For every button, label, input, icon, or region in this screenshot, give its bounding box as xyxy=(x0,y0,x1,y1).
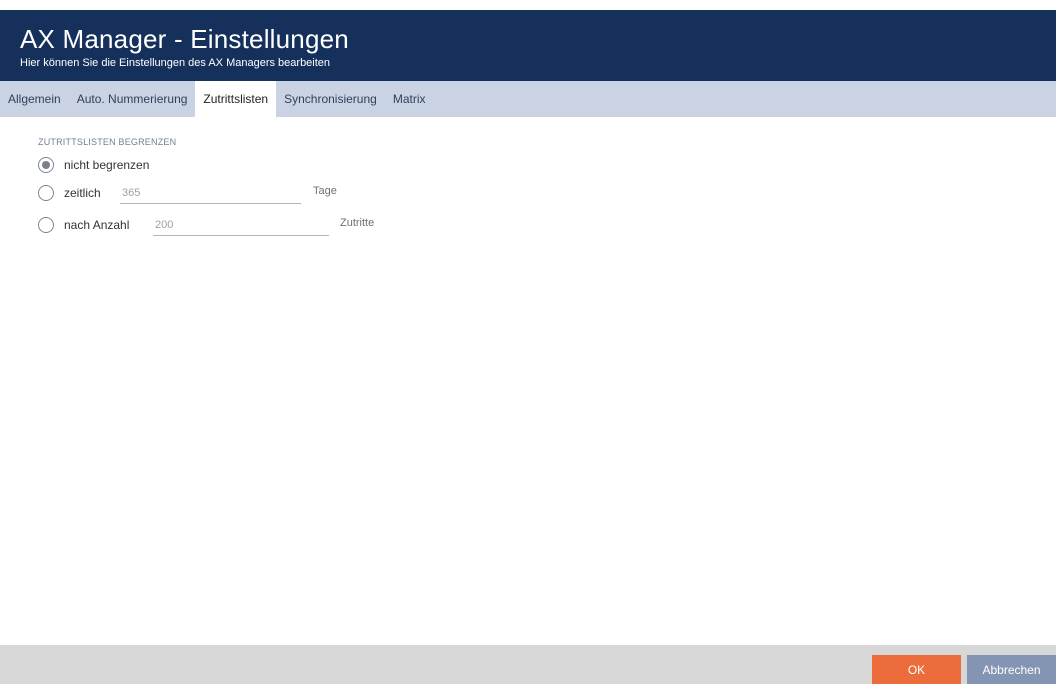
cancel-button[interactable]: Abbrechen xyxy=(967,655,1056,684)
header-bar: AX Manager - Einstellungen Hier können S… xyxy=(0,10,1056,81)
option-zeitlich[interactable]: zeitlich xyxy=(38,183,101,203)
radio-nach-anzahl[interactable] xyxy=(38,217,54,233)
tab-auto-nummerierung[interactable]: Auto. Nummerierung xyxy=(69,81,196,117)
radio-nicht-begrenzen[interactable] xyxy=(38,157,54,173)
ok-button[interactable]: OK xyxy=(872,655,961,684)
option-label-nach-anzahl: nach Anzahl xyxy=(64,218,130,232)
count-unit-label: Zutritte xyxy=(340,217,375,229)
footer-bar: OK Abbrechen xyxy=(0,645,1056,684)
days-input[interactable]: 365 xyxy=(120,184,301,204)
radio-zeitlich[interactable] xyxy=(38,185,54,201)
page-title: AX Manager - Einstellungen xyxy=(20,24,349,54)
option-label-nicht-begrenzen: nicht begrenzen xyxy=(64,158,150,172)
option-label-zeitlich: zeitlich xyxy=(64,186,101,200)
option-nicht-begrenzen[interactable]: nicht begrenzen xyxy=(38,155,149,175)
tab-allgemein[interactable]: Allgemein xyxy=(0,81,69,117)
settings-window: AX Manager - Einstellungen Hier können S… xyxy=(0,0,1056,684)
tab-matrix[interactable]: Matrix xyxy=(385,81,434,117)
content-panel: ZUTRITTSLISTEN BEGRENZEN nicht begrenzen… xyxy=(0,117,1056,645)
section-title: ZUTRITTSLISTEN BEGRENZEN xyxy=(38,137,177,147)
page-subtitle: Hier können Sie die Einstellungen des AX… xyxy=(20,57,331,69)
days-unit-label: Tage xyxy=(313,185,337,197)
tab-zutrittslisten[interactable]: Zutrittslisten xyxy=(195,81,277,117)
option-nach-anzahl[interactable]: nach Anzahl xyxy=(38,215,129,235)
count-input[interactable]: 200 xyxy=(153,216,329,236)
tab-synchronisierung[interactable]: Synchronisierung xyxy=(276,81,385,117)
tab-bar: Allgemein Auto. Nummerierung Zutrittslis… xyxy=(0,81,1056,117)
